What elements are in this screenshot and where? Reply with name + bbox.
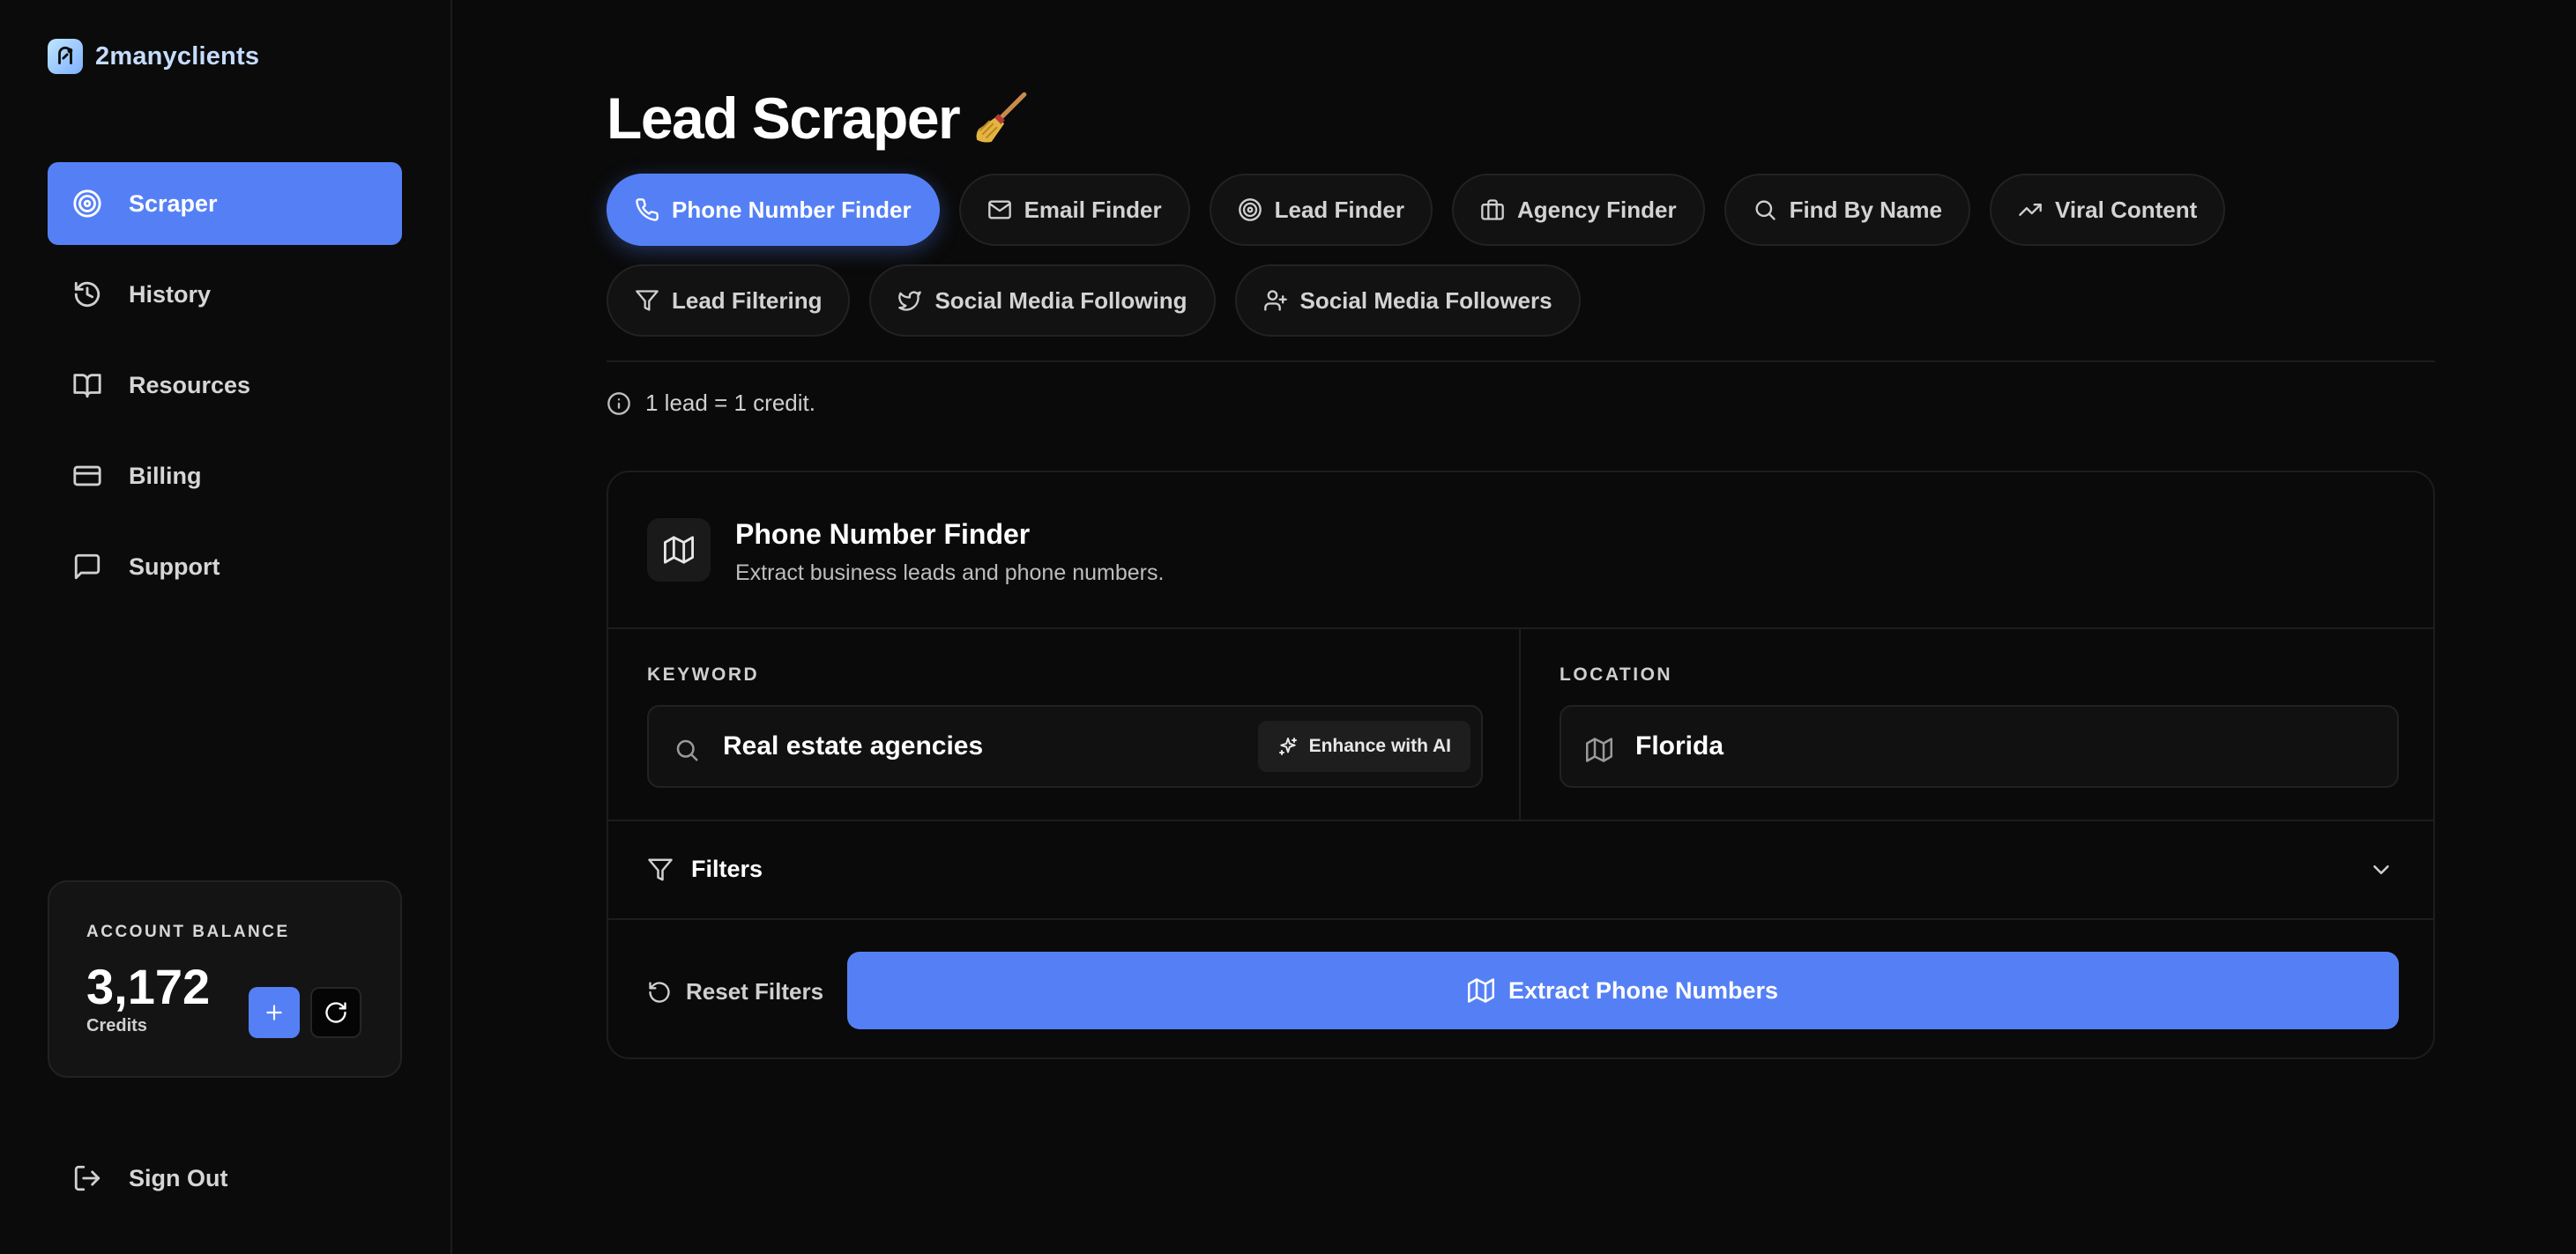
twitter-icon [898, 291, 922, 311]
tab-label: Social Media Following [934, 286, 1187, 314]
refresh-balance-button[interactable] [310, 987, 361, 1038]
page-title-text: Lead Scraper [607, 85, 961, 151]
brand-logo[interactable]: 2manyclients [48, 39, 259, 74]
sidebar-item-scraper[interactable]: Scraper [48, 162, 402, 245]
reset-filters-label: Reset Filters [686, 978, 824, 1005]
enhance-with-ai-button[interactable]: Enhance with AI [1257, 721, 1470, 772]
filters-label: Filters [691, 856, 763, 882]
keyword-section: KEYWORD Enhance with AI [608, 629, 1521, 820]
sidebar-item-support[interactable]: Support [48, 525, 402, 608]
balance-unit: Credits [86, 1016, 147, 1035]
tab-label: Lead Finder [1274, 196, 1404, 223]
sidebar-item-label: History [129, 280, 212, 308]
card-subtitle: Extract business leads and phone numbers… [735, 560, 1165, 585]
tab-label: Viral Content [2054, 196, 2198, 223]
sidebar-item-label: Scraper [129, 189, 218, 217]
phone-icon [636, 198, 659, 221]
info-icon [607, 391, 630, 415]
logo-icon [48, 39, 83, 74]
action-row: Reset Filters Extract Phone Numbers [608, 920, 2433, 1057]
balance-value: 3,172 [86, 959, 211, 1014]
log-out-icon [74, 1165, 101, 1191]
map-icon [1586, 738, 1612, 762]
add-credits-button[interactable] [249, 987, 300, 1038]
extract-phone-numbers-button[interactable]: Extract Phone Numbers [847, 952, 2399, 1029]
sparkles-icon [1278, 738, 1297, 755]
tab-viral-content[interactable]: Viral Content [1989, 174, 2226, 246]
enhance-label: Enhance with AI [1308, 736, 1451, 756]
map-icon [647, 518, 711, 582]
filters-toggle[interactable]: Filters [608, 821, 2433, 920]
keyword-label: KEYWORD [647, 664, 760, 685]
filter-icon [636, 290, 659, 311]
sidebar: 2manyclients Scraper History Resources B… [0, 0, 452, 1254]
tab-lead-finder[interactable]: Lead Finder [1209, 174, 1433, 246]
user-plus-icon [1263, 290, 1287, 311]
keyword-input[interactable] [723, 707, 1217, 786]
phone-finder-card: Phone Number Finder Extract business lea… [607, 471, 2435, 1059]
balance-label: ACCOUNT BALANCE [86, 923, 290, 941]
search-icon [676, 739, 698, 761]
book-icon [73, 374, 101, 398]
tab-label: Social Media Followers [1299, 286, 1552, 314]
location-input[interactable] [1635, 707, 2129, 786]
sidebar-item-resources[interactable]: Resources [48, 344, 402, 427]
tab-label: Lead Filtering [672, 286, 823, 314]
card-title: Phone Number Finder [735, 518, 1031, 550]
sidebar-item-history[interactable]: History [48, 253, 402, 336]
reset-filters-button[interactable]: Reset Filters [647, 978, 823, 1005]
location-section: LOCATION [1521, 629, 2433, 820]
refresh-icon [325, 1002, 346, 1023]
brand-name: 2manyclients [95, 41, 260, 70]
tab-label: Find By Name [1789, 196, 1942, 223]
scraper-tabs: Phone Number Finder Email Finder Lead Fi… [607, 174, 2440, 355]
sidebar-item-billing[interactable]: Billing [48, 434, 402, 517]
sidebar-item-label: Support [129, 553, 220, 580]
tab-agency-finder[interactable]: Agency Finder [1451, 174, 1705, 246]
target-icon [1238, 198, 1262, 221]
location-label: LOCATION [1560, 664, 1673, 685]
tab-social-media-followers[interactable]: Social Media Followers [1234, 264, 1581, 337]
briefcase-icon [1481, 199, 1504, 220]
extract-label: Extract Phone Numbers [1508, 976, 1779, 1004]
page-title: Lead Scraper [607, 85, 1030, 152]
tab-social-media-following[interactable]: Social Media Following [869, 264, 1216, 337]
sign-out-button[interactable]: Sign Out [72, 1163, 227, 1193]
section-divider [607, 360, 2435, 362]
tab-label: Agency Finder [1516, 196, 1677, 223]
sign-out-label: Sign Out [129, 1164, 228, 1191]
credit-info-text: 1 lead = 1 credit. [645, 390, 815, 416]
tab-phone-number-finder[interactable]: Phone Number Finder [607, 174, 940, 246]
location-field [1560, 705, 2399, 788]
trending-up-icon [2019, 204, 2042, 216]
sidebar-item-label: Billing [129, 462, 202, 489]
tab-label: Phone Number Finder [672, 196, 912, 223]
credit-card-icon [73, 465, 101, 486]
card-header: Phone Number Finder Extract business lea… [608, 472, 2433, 629]
message-icon [74, 553, 101, 580]
keyword-field: Enhance with AI [647, 705, 1483, 788]
account-balance-card: ACCOUNT BALANCE 3,172 Credits [48, 880, 402, 1078]
sidebar-nav: Scraper History Resources Billing Suppor… [48, 162, 402, 616]
sidebar-item-label: Resources [129, 371, 251, 398]
credit-info: 1 lead = 1 credit. [607, 390, 815, 417]
mail-icon [987, 200, 1011, 219]
target-icon [73, 189, 101, 218]
tab-lead-filtering[interactable]: Lead Filtering [607, 264, 851, 337]
filter-icon [648, 858, 673, 881]
rotate-icon [649, 981, 670, 1003]
search-icon [1755, 200, 1776, 220]
map-icon [1467, 978, 1494, 1003]
chevron-down-icon [2373, 865, 2389, 874]
plus-icon [266, 1005, 282, 1020]
tab-find-by-name[interactable]: Find By Name [1724, 174, 1970, 246]
tab-email-finder[interactable]: Email Finder [958, 174, 1190, 246]
history-icon [74, 281, 101, 308]
broom-icon [976, 92, 1027, 143]
tab-label: Email Finder [1024, 196, 1162, 223]
search-fields: KEYWORD Enhance with AI LOCATION [608, 629, 2433, 821]
